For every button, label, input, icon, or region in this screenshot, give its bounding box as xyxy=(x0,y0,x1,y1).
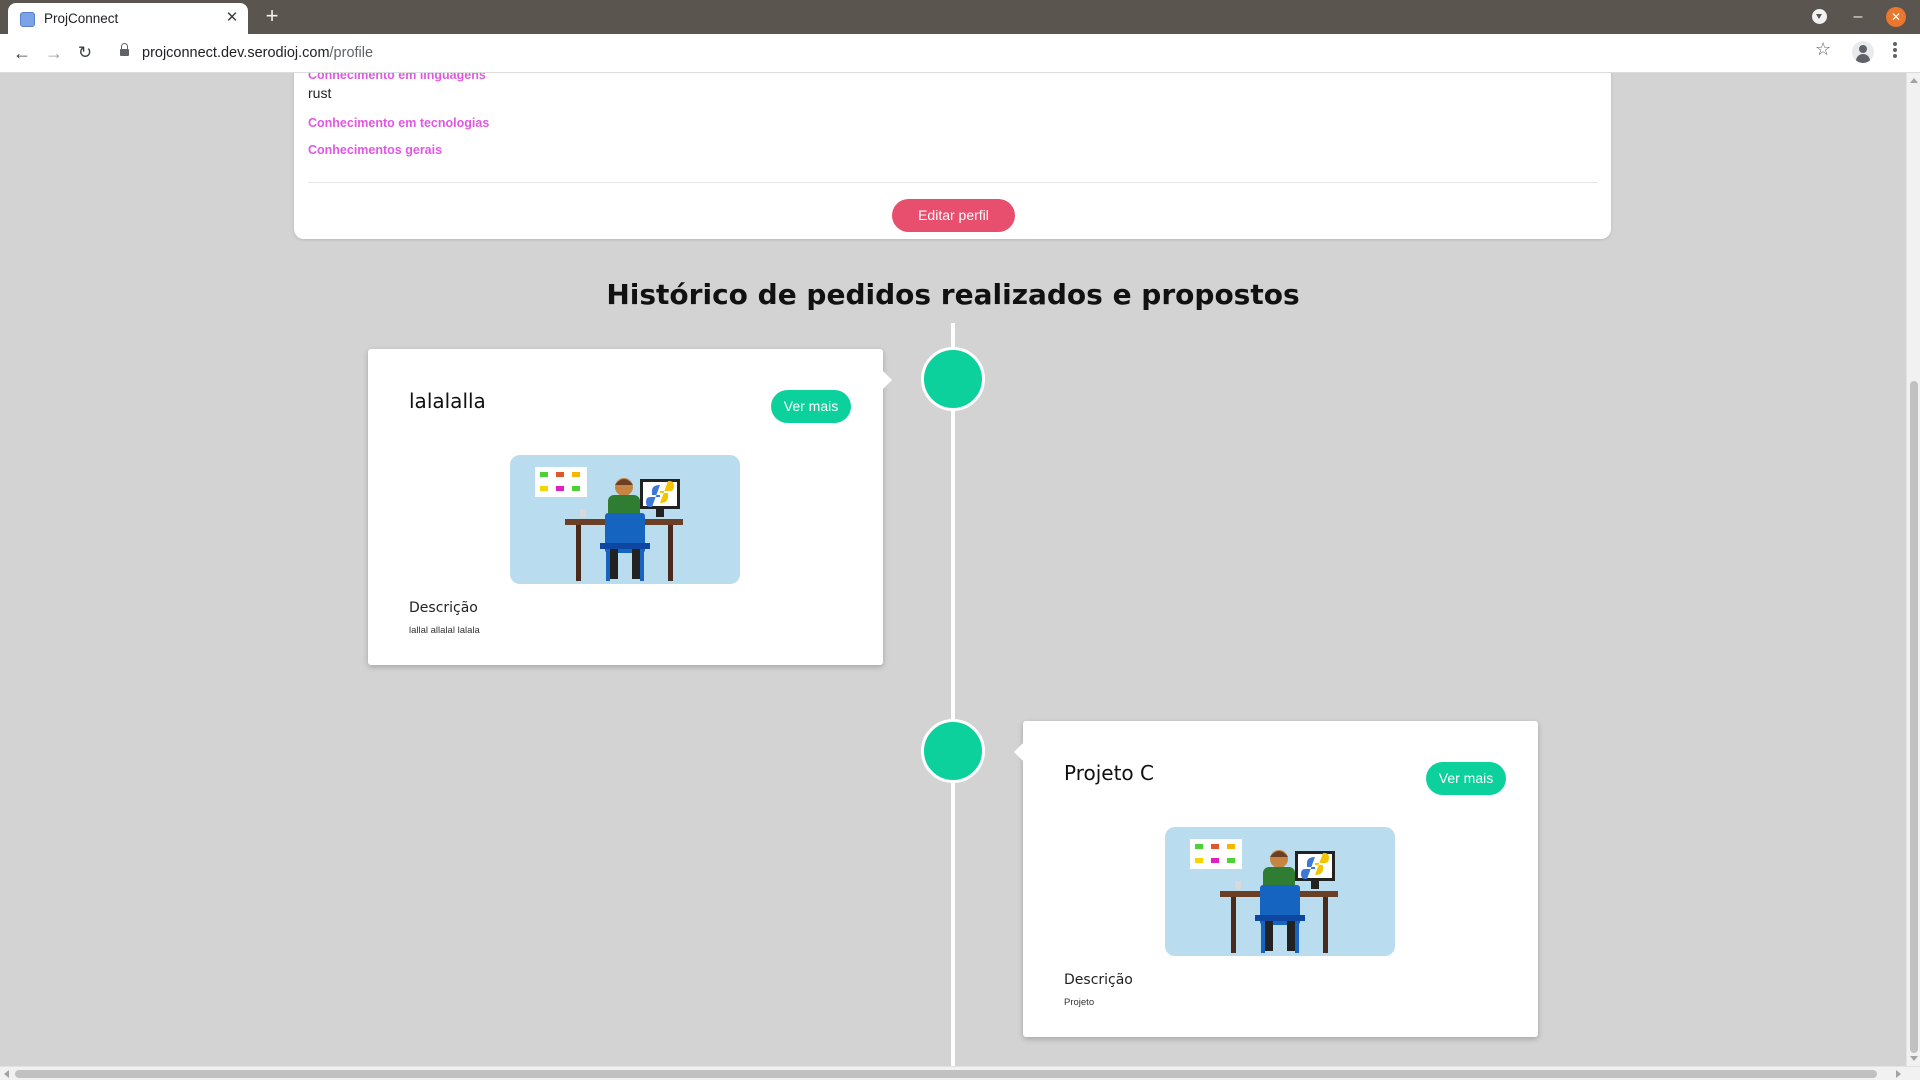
tab-search-icon[interactable] xyxy=(1809,7,1829,27)
browser-toolbar: ← → ↻ projconnect.dev.serodioj.com/profi… xyxy=(0,34,1920,73)
description-label: Descrição xyxy=(409,600,478,616)
developer-illustration xyxy=(510,455,740,584)
url-text[interactable]: projconnect.dev.serodioj.com/profile xyxy=(142,45,373,61)
ver-mais-button[interactable]: Ver mais xyxy=(1426,762,1506,795)
languages-value: rust xyxy=(308,85,332,101)
close-tab-icon[interactable]: ✕ xyxy=(222,8,242,28)
browser-tab[interactable]: ProjConnect ✕ xyxy=(8,3,248,34)
bookmark-star-icon[interactable]: ☆ xyxy=(1815,39,1831,60)
kebab-menu-icon[interactable] xyxy=(1893,42,1899,62)
ver-mais-button[interactable]: Ver mais xyxy=(771,390,851,423)
scroll-up-icon[interactable] xyxy=(1910,78,1918,83)
edit-profile-button[interactable]: Editar perfil xyxy=(892,199,1015,232)
languages-label: Conhecimento em linguagens xyxy=(308,73,486,82)
description-label: Descrição xyxy=(1064,972,1133,988)
timeline-dot xyxy=(921,719,985,783)
new-tab-button[interactable]: + xyxy=(260,5,284,29)
description-text: lallal allalal lalala xyxy=(409,625,480,636)
page-viewport: Conhecimento em linguagens rust Conhecim… xyxy=(0,73,1906,1066)
scrollbar-thumb[interactable] xyxy=(15,1070,1877,1078)
vertical-scrollbar[interactable] xyxy=(1906,73,1920,1066)
timeline-dot xyxy=(921,347,985,411)
history-card: lalalalla Ver mais Descrição lallal alla… xyxy=(368,349,892,665)
technologies-label: Conhecimento em tecnologias xyxy=(308,116,490,130)
lock-icon[interactable] xyxy=(120,43,129,57)
card-pointer xyxy=(883,371,892,389)
description-text: Projeto xyxy=(1064,997,1095,1008)
developer-illustration xyxy=(1165,827,1395,956)
scroll-right-icon[interactable] xyxy=(1896,1070,1901,1078)
address-bar[interactable]: projconnect.dev.serodioj.com/profile xyxy=(108,38,1848,69)
card-title: lalalalla xyxy=(409,389,486,413)
scroll-down-icon[interactable] xyxy=(1910,1056,1918,1061)
profile-icon[interactable] xyxy=(1852,41,1874,63)
scrollbar-thumb[interactable] xyxy=(1910,381,1918,1053)
favicon-icon xyxy=(20,12,35,27)
divider xyxy=(308,182,1598,183)
tab-title: ProjConnect xyxy=(44,11,119,26)
reload-icon[interactable]: ↻ xyxy=(73,41,97,65)
url-host: projconnect.dev.serodioj.com xyxy=(142,45,330,61)
scroll-left-icon[interactable] xyxy=(4,1070,9,1078)
horizontal-scrollbar[interactable] xyxy=(0,1066,1920,1080)
timeline-line xyxy=(951,323,955,1066)
card-pointer xyxy=(1014,743,1023,761)
back-icon[interactable]: ← xyxy=(10,41,34,65)
minimize-button[interactable]: – xyxy=(1848,7,1868,27)
general-knowledge-label: Conhecimentos gerais xyxy=(308,143,443,157)
history-card: Projeto C Ver mais Descrição Projeto xyxy=(1014,721,1538,1037)
history-title: Histórico de pedidos realizados e propos… xyxy=(606,278,1300,311)
browser-tabbar: ProjConnect ✕ + – ✕ xyxy=(0,0,1920,34)
close-window-button[interactable]: ✕ xyxy=(1886,7,1906,27)
forward-icon[interactable]: → xyxy=(42,41,66,65)
url-path: /profile xyxy=(329,45,374,61)
profile-card: Conhecimento em linguagens rust Conhecim… xyxy=(294,73,1611,239)
card-title: Projeto C xyxy=(1064,761,1154,785)
